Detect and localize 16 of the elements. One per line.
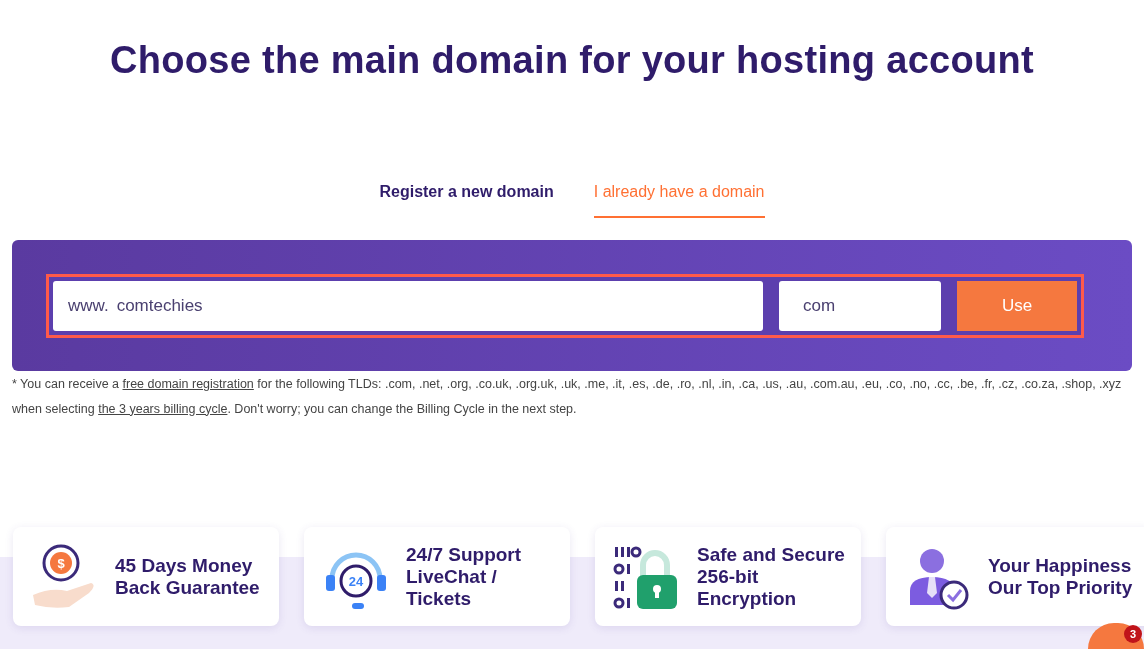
prefix-text: www. — [68, 294, 109, 317]
domain-tab[interactable]: Register a new domain — [379, 179, 554, 218]
icon-number: 24 — [348, 573, 364, 589]
feature-text: Safe and Secure 256-bit Encryption — [697, 543, 846, 610]
feature-text: Your Happiness Our Top Priority — [988, 554, 1134, 599]
headset-icon — [326, 552, 386, 609]
feature-text: 45 Days Money Back Guarantee — [115, 554, 261, 599]
money-back-icon — [33, 544, 94, 608]
tld-field[interactable]: com — [779, 280, 941, 331]
page-title: Choose the main domain for your hosting account — [108, 38, 1035, 83]
note-link[interactable]: free domain registration — [122, 376, 254, 391]
dollar-sign: $ — [57, 555, 65, 571]
feature-text: 24/7 Support LiveChat / Tickets — [406, 543, 523, 610]
tld-note: * You can receive a free domain registration for the following TLDs: .com, .net, .org, .co.uk, .org.uk, .uk, .me, .it, .es, .de, .ro, .nl, .in, .ca, .us, .au, .com.au, .eu, .co, .no, .cc, .be, .fr, .cz, .co.za, .shop, .xyz when selecting the 3 years billing cycle. Don't worry; you can change the Billing Cycle in the next step. — [12, 375, 1123, 418]
domain-field[interactable]: www. comtechies — [53, 280, 763, 331]
domain-input[interactable]: comtechies — [114, 291, 340, 320]
